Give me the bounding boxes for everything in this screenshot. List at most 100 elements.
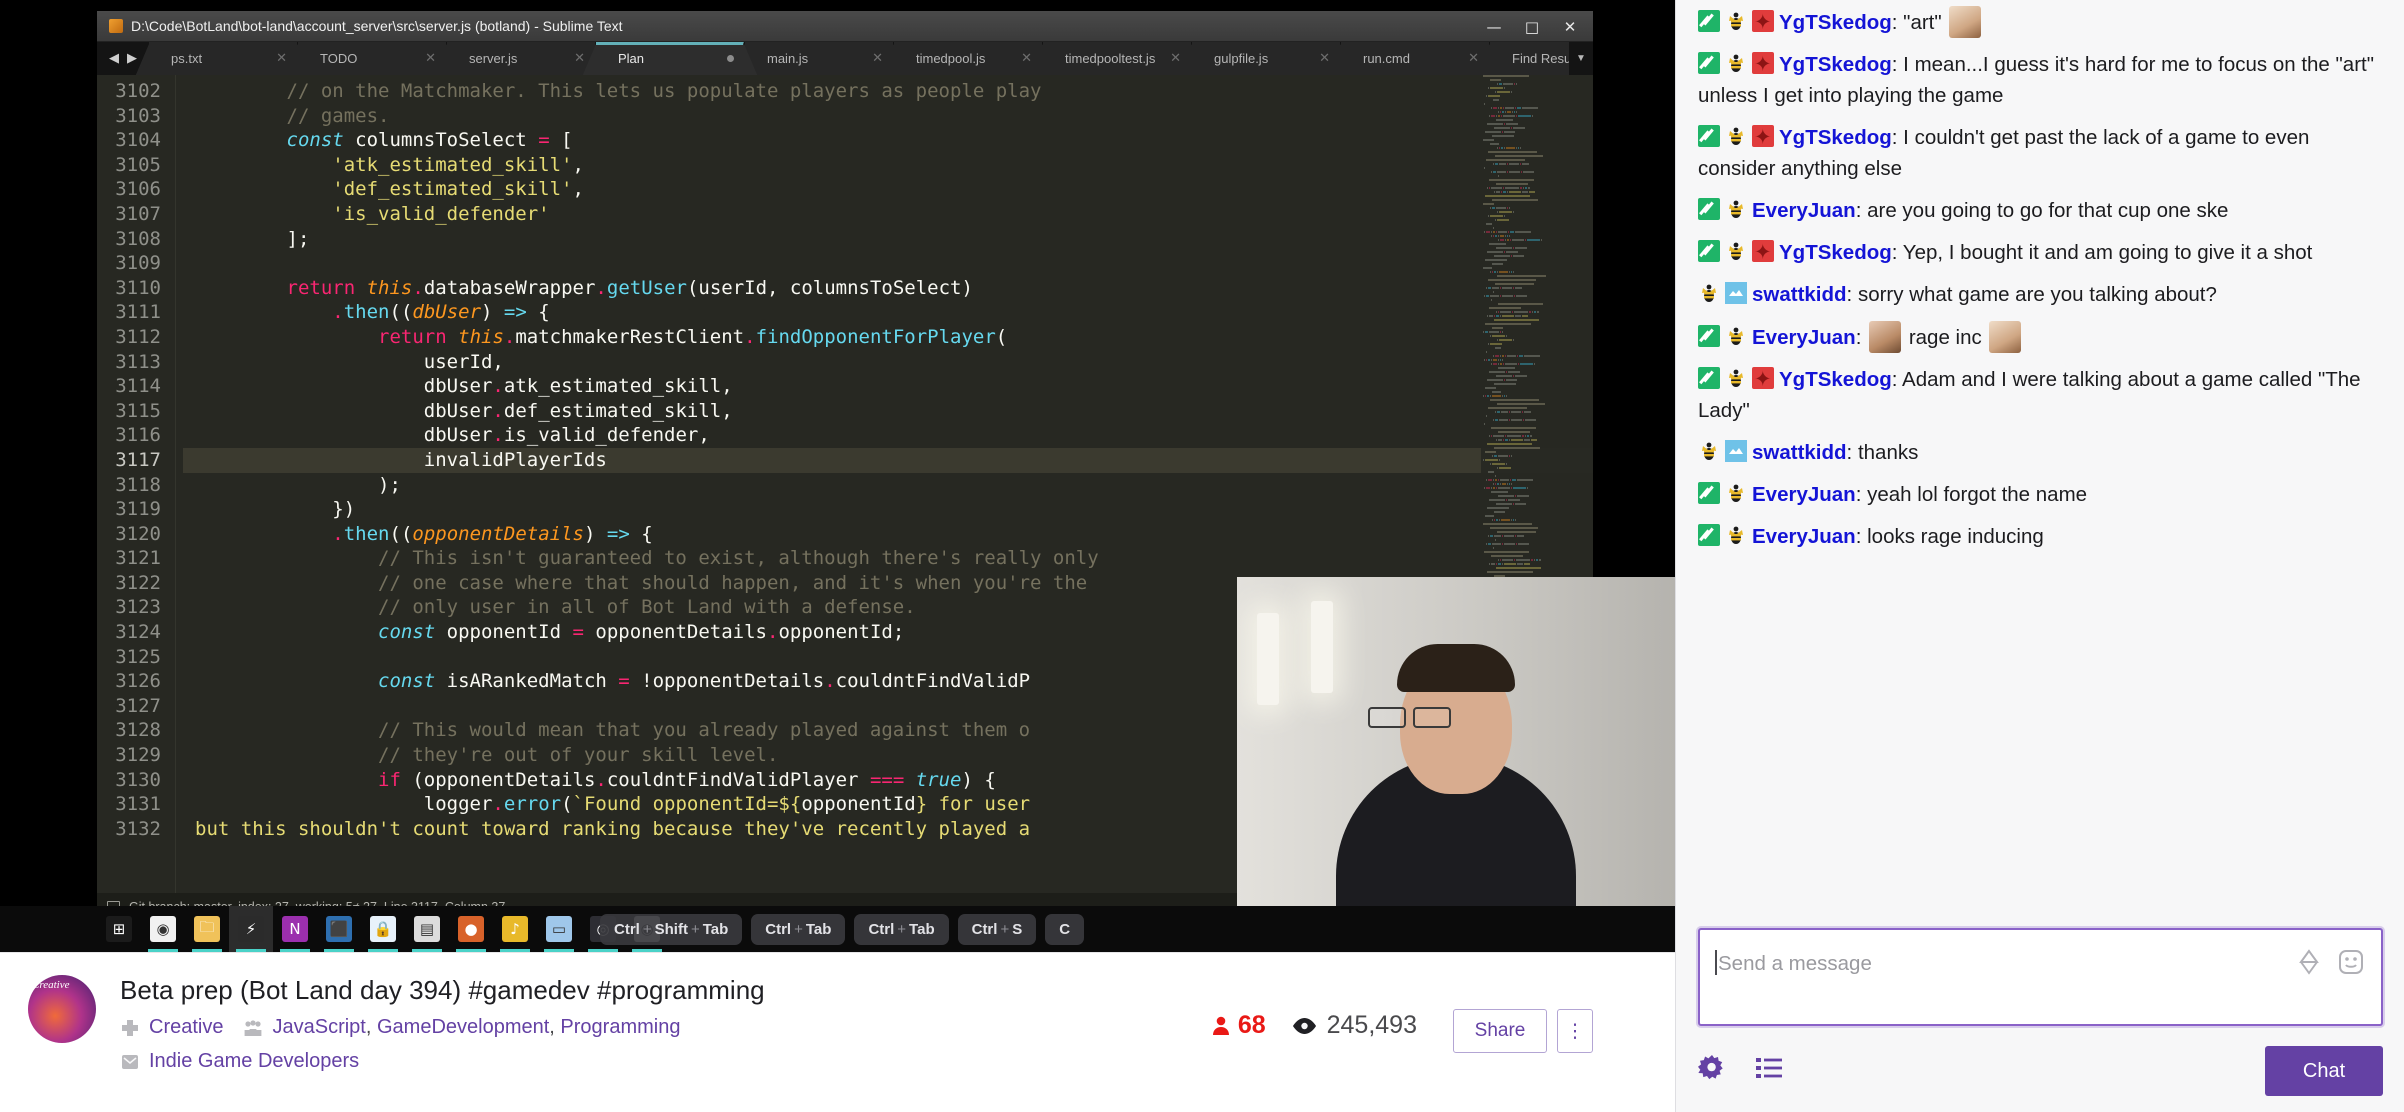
chat-input-container[interactable]: Send a message <box>1698 928 2383 1026</box>
chat-message[interactable]: YgTSkedog: Yep, I bought it and am going… <box>1698 237 2383 268</box>
tag-link[interactable]: GameDevelopment <box>377 1016 549 1039</box>
editor-tab-timedpooltest-js[interactable]: timedpooltest.js ✕ <box>1030 42 1204 75</box>
window-title-bar[interactable]: D:\Code\BotLand\bot-land\account_server\… <box>97 11 1593 42</box>
taskbar-item-sublime-text[interactable]: ⚡ <box>229 906 273 952</box>
code-line[interactable]: dbUser.def_estimated_skill, <box>183 399 1593 424</box>
editor-tab-run-cmd[interactable]: run.cmd ✕ <box>1328 42 1502 75</box>
minimize-button[interactable]: — <box>1475 11 1513 42</box>
code-line[interactable]: ]; <box>183 227 1593 252</box>
code-line[interactable]: userId, <box>183 350 1593 375</box>
taskbar-item-gimp[interactable]: ● <box>449 906 493 952</box>
minimap-line <box>1481 479 1593 482</box>
editor-tab-ps-txt[interactable]: ps.txt ✕ <box>136 42 310 75</box>
chat-username[interactable]: EveryJuan <box>1752 483 1856 506</box>
code-line[interactable]: dbUser.atk_estimated_skill, <box>183 374 1593 399</box>
window-controls: — □ ✕ <box>1475 11 1589 42</box>
user-list-icon[interactable] <box>1756 1056 1782 1080</box>
send-chat-button[interactable]: Chat <box>2265 1046 2383 1096</box>
chat-message[interactable]: YgTSkedog: Adam and I were talking about… <box>1698 364 2383 426</box>
community-label[interactable]: Indie Game Developers <box>149 1050 359 1073</box>
taskbar-item-start-button[interactable]: ⊞ <box>97 906 141 952</box>
close-button[interactable]: ✕ <box>1551 11 1589 42</box>
chat-username[interactable]: YgTSkedog <box>1779 368 1892 391</box>
code-line[interactable]: // games. <box>183 104 1593 129</box>
more-options-button[interactable]: ⋮ <box>1557 1009 1593 1053</box>
code-line[interactable]: // This isn't guaranteed to exist, altho… <box>183 546 1593 571</box>
minimap-line <box>1481 379 1593 382</box>
code-line[interactable]: return this.matchmakerRestClient.findOpp… <box>183 325 1593 350</box>
taskbar-item-notes-app[interactable]: ▭ <box>537 906 581 952</box>
code-line[interactable]: 'is_valid_defender' <box>183 202 1593 227</box>
share-button[interactable]: Share <box>1453 1009 1547 1053</box>
code-line[interactable]: .then((opponentDetails) => { <box>183 522 1593 547</box>
code-line[interactable]: return this.databaseWrapper.getUser(user… <box>183 276 1593 301</box>
chat-username[interactable]: EveryJuan <box>1752 326 1856 349</box>
category-label[interactable]: Creative <box>149 1016 223 1039</box>
minimap-line <box>1481 531 1593 534</box>
gear-icon[interactable] <box>1698 1054 1726 1082</box>
tab-prev-icon[interactable]: ◀ <box>109 51 119 66</box>
chat-message[interactable]: EveryJuan: rage inc <box>1698 321 2383 353</box>
editor-tab-todo[interactable]: TODO ✕ <box>285 42 459 75</box>
code-line[interactable] <box>183 251 1593 276</box>
code-line[interactable]: const columnsToSelect = [ <box>183 128 1593 153</box>
editor-tab-gulpfile-js[interactable]: gulpfile.js ✕ <box>1179 42 1353 75</box>
taskbar-item-file-explorer[interactable]: 🗀 <box>185 906 229 952</box>
keystroke-chip: Ctrl + Tab <box>854 914 949 945</box>
minimap-line <box>1481 171 1593 174</box>
tag-link[interactable]: Programming <box>560 1016 680 1039</box>
code-line[interactable]: dbUser.is_valid_defender, <box>183 423 1593 448</box>
code-line[interactable]: .then((dbUser) => { <box>183 300 1593 325</box>
chat-username[interactable]: YgTSkedog <box>1779 241 1892 264</box>
keystroke-chip: Ctrl + Tab <box>751 914 846 945</box>
chat-username[interactable]: YgTSkedog <box>1779 11 1892 34</box>
code-line[interactable]: 'def_estimated_skill', <box>183 177 1593 202</box>
emote-icon[interactable] <box>2337 948 2365 976</box>
editor-tab-server-js[interactable]: server.js ✕ <box>434 42 608 75</box>
chat-message-list[interactable]: YgTSkedog: "art" YgTSkedog: I mean...I g… <box>1676 0 2404 910</box>
minimap-line <box>1481 183 1593 186</box>
tab-overflow-menu-icon[interactable]: ▼ <box>1569 42 1593 75</box>
taskbar-item-terminal[interactable]: ⬛ <box>317 906 361 952</box>
minimap-line <box>1481 299 1593 302</box>
chat-username[interactable]: YgTSkedog <box>1779 126 1892 149</box>
code-line[interactable]: 'atk_estimated_skill', <box>183 153 1593 178</box>
chat-message[interactable]: YgTSkedog: I mean...I guess it's hard fo… <box>1698 49 2383 111</box>
taskbar-item-keepass[interactable]: 🔒 <box>361 906 405 952</box>
community-link[interactable]: Indie Game Developers <box>120 1050 359 1073</box>
editor-tab-plan[interactable]: Plan <box>583 42 757 75</box>
minimap-line <box>1481 567 1593 570</box>
code-token: getUser <box>606 276 687 299</box>
channel-avatar[interactable]: Creative <box>28 975 96 1043</box>
chat-username[interactable]: EveryJuan <box>1752 525 1856 548</box>
code-line[interactable]: ); <box>183 473 1593 498</box>
code-line[interactable]: // on the Matchmaker. This lets us popul… <box>183 79 1593 104</box>
taskbar-item-audio-app[interactable]: ♪ <box>493 906 537 952</box>
chat-username[interactable]: YgTSkedog <box>1779 53 1892 76</box>
maximize-button[interactable]: □ <box>1513 11 1551 42</box>
bits-icon[interactable] <box>2295 948 2323 976</box>
code-line[interactable]: invalidPlayerIds <box>183 447 1593 473</box>
chat-message[interactable]: YgTSkedog: "art" <box>1698 6 2383 38</box>
chat-message[interactable]: YgTSkedog: I couldn't get past the lack … <box>1698 122 2383 184</box>
chat-username[interactable]: EveryJuan <box>1752 199 1856 222</box>
onenote-icon: N <box>282 916 308 942</box>
chat-message[interactable]: EveryJuan: looks rage inducing <box>1698 521 2383 552</box>
editor-tab-timedpool-js[interactable]: timedpool.js ✕ <box>881 42 1055 75</box>
taskbar-item-chrome[interactable]: ◉ <box>141 906 185 952</box>
chat-message[interactable]: swattkidd: thanks <box>1698 437 2383 468</box>
chat-message[interactable]: EveryJuan: yeah lol forgot the name <box>1698 479 2383 510</box>
chat-username[interactable]: swattkidd <box>1752 441 1847 464</box>
category-link[interactable]: Creative <box>120 1016 223 1039</box>
chat-message[interactable]: swattkidd: sorry what game are you talki… <box>1698 279 2383 310</box>
video-player[interactable]: D:\Code\BotLand\bot-land\account_server\… <box>0 0 1675 952</box>
chat-message[interactable]: EveryJuan: are you going to go for that … <box>1698 195 2383 226</box>
total-view-count: 245,493 <box>1326 1011 1417 1039</box>
taskbar-item-onenote[interactable]: N <box>273 906 317 952</box>
taskbar-item-image-viewer[interactable]: ▤ <box>405 906 449 952</box>
editor-tab-main-js[interactable]: main.js ✕ <box>732 42 906 75</box>
code-line[interactable]: }) <box>183 497 1593 522</box>
chat-username[interactable]: swattkidd <box>1752 283 1847 306</box>
keystroke-chip: Ctrl + Shift + Tab <box>600 914 743 945</box>
tag-link[interactable]: JavaScript <box>272 1016 365 1039</box>
